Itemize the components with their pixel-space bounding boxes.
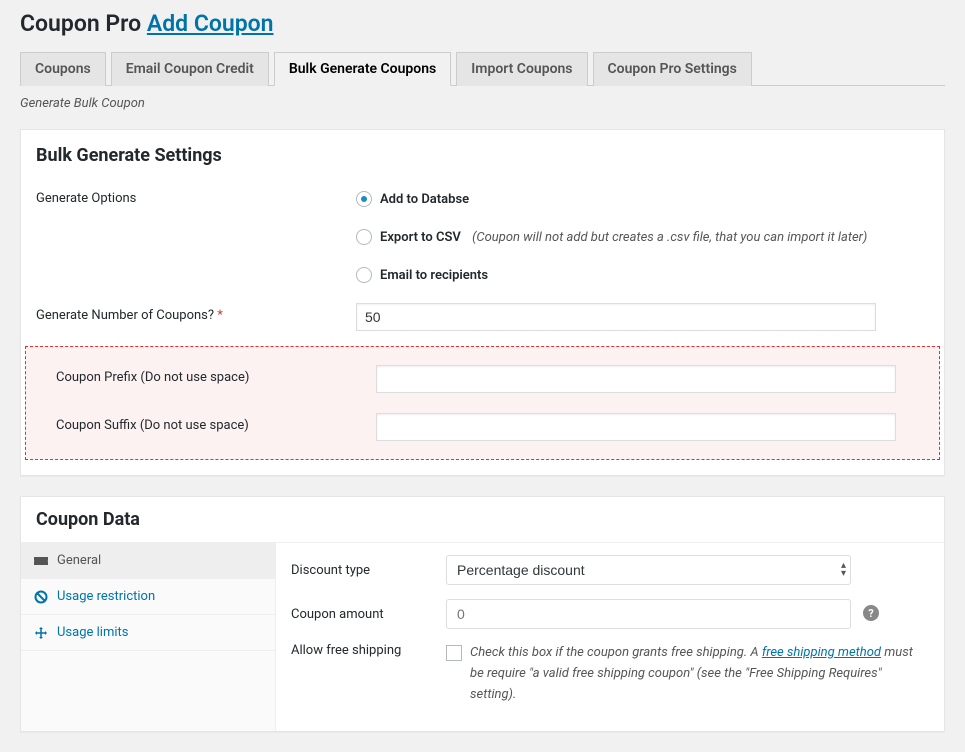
- sidebar-item-general-label: General: [57, 553, 101, 568]
- allow-free-shipping-label: Allow free shipping: [291, 643, 446, 658]
- sidebar-item-usage-restriction-label: Usage restriction: [57, 589, 155, 604]
- radio-export-csv[interactable]: [356, 229, 372, 245]
- free-shipping-method-link[interactable]: free shipping method: [762, 645, 881, 660]
- num-coupons-input[interactable]: [356, 303, 876, 331]
- coupon-data-main: Discount type ▴▾ Coupon amount ?: [276, 543, 944, 731]
- radio-email-recipients-label[interactable]: Email to recipients: [380, 268, 488, 283]
- coupon-prefix-label: Coupon Prefix (Do not use space): [26, 355, 371, 403]
- bulk-generate-settings-panel: Bulk Generate Settings Generate Options …: [20, 129, 945, 476]
- page-title-text: Coupon Pro: [20, 10, 141, 37]
- generate-options-label: Generate Options: [21, 176, 351, 293]
- free-shipping-description: Check this box if the coupon grants free…: [470, 643, 929, 705]
- tab-bulk-generate-coupons[interactable]: Bulk Generate Coupons: [274, 52, 451, 86]
- radio-export-csv-label[interactable]: Export to CSV (Coupon will not add but c…: [380, 230, 867, 245]
- coupon-amount-label: Coupon amount: [291, 607, 446, 622]
- page-title: Coupon Pro Add Coupon: [20, 10, 945, 37]
- coupon-data-heading: Coupon Data: [36, 509, 929, 530]
- move-icon: [33, 626, 49, 640]
- prefix-suffix-box: Coupon Prefix (Do not use space) Coupon …: [25, 346, 940, 460]
- num-coupons-label: Generate Number of Coupons? *: [21, 293, 351, 341]
- ban-icon: [33, 590, 49, 604]
- radio-add-database-label[interactable]: Add to Databse: [380, 192, 469, 207]
- coupon-data-panel: Coupon Data General Usage restriction: [20, 496, 945, 732]
- bulk-settings-heading: Bulk Generate Settings: [36, 145, 929, 166]
- sidebar-item-usage-limits[interactable]: Usage limits: [21, 615, 275, 651]
- required-asterisk: *: [217, 308, 223, 323]
- coupon-suffix-label: Coupon Suffix (Do not use space): [26, 403, 371, 451]
- nav-tabs: Coupons Email Coupon Credit Bulk Generat…: [20, 52, 945, 86]
- sidebar-item-general[interactable]: General: [21, 543, 275, 579]
- add-coupon-link[interactable]: Add Coupon: [147, 10, 274, 37]
- radio-export-csv-hint: (Coupon will not add but creates a .csv …: [472, 230, 867, 245]
- tab-import-coupons[interactable]: Import Coupons: [456, 52, 587, 86]
- discount-type-label: Discount type: [291, 563, 446, 578]
- coupon-prefix-input[interactable]: [376, 365, 896, 393]
- tab-coupons[interactable]: Coupons: [20, 52, 106, 86]
- tab-coupon-pro-settings[interactable]: Coupon Pro Settings: [593, 52, 752, 86]
- free-shipping-checkbox[interactable]: [446, 645, 462, 661]
- radio-email-recipients[interactable]: [356, 267, 372, 283]
- coupon-data-sidebar: General Usage restriction Usage limits: [21, 543, 276, 731]
- page-subtitle: Generate Bulk Coupon: [20, 96, 945, 111]
- coupon-amount-input[interactable]: [446, 599, 851, 629]
- sidebar-item-usage-limits-label: Usage limits: [57, 625, 128, 640]
- discount-type-select[interactable]: [446, 555, 851, 585]
- ticket-icon: [33, 555, 49, 567]
- help-icon[interactable]: ?: [863, 605, 879, 621]
- tab-email-coupon-credit[interactable]: Email Coupon Credit: [111, 52, 269, 86]
- sidebar-item-usage-restriction[interactable]: Usage restriction: [21, 579, 275, 615]
- radio-add-database[interactable]: [356, 191, 372, 207]
- coupon-suffix-input[interactable]: [376, 413, 896, 441]
